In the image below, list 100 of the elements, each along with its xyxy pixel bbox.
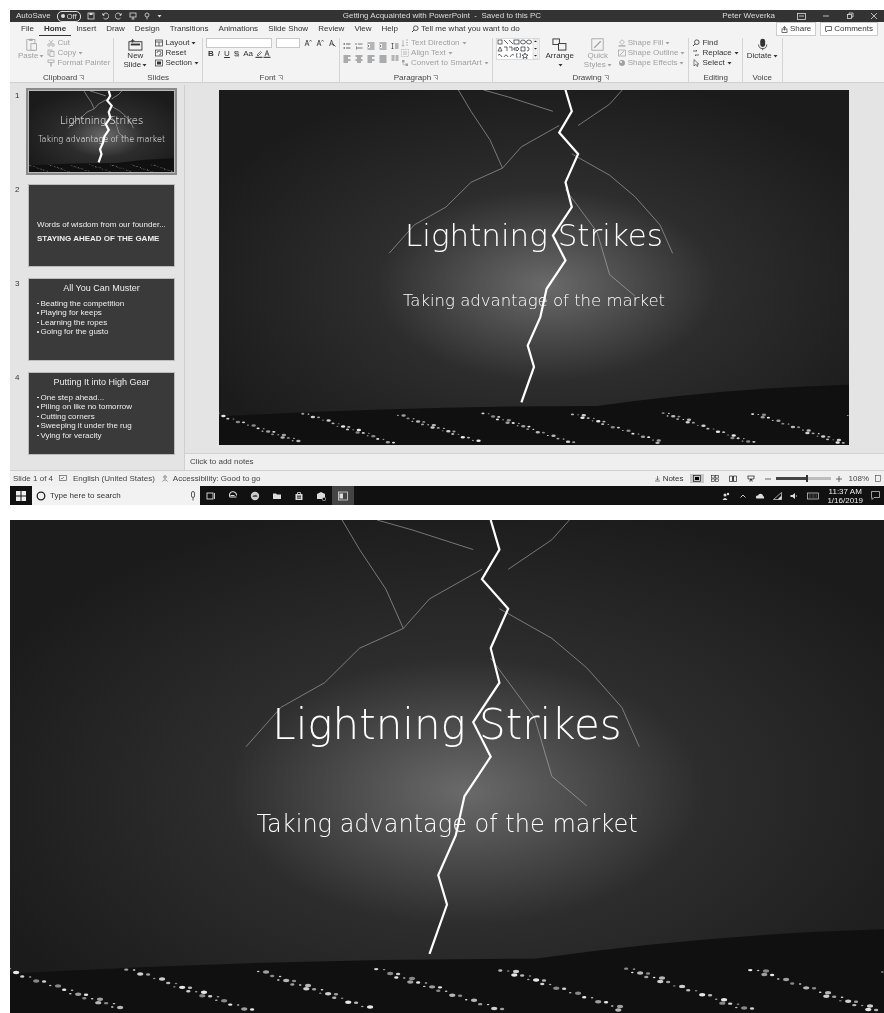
font-name-field[interactable] [206,38,273,48]
indent-icon[interactable] [379,42,388,50]
present-icon[interactable] [128,12,137,20]
windows-start-icon[interactable] [16,490,26,501]
slide-thumbnail[interactable]: Putting It into High Gear One step ahead... Piling on like no tomorrow Cutting corners Sweeping it under the rug Vying for veracity [28,372,175,455]
ribbon-tab[interactable]: Draw [101,22,130,36]
bullet-text: Going for the gusto [40,327,109,337]
ribbon-tab[interactable]: Home [38,22,72,36]
close-icon[interactable] [870,12,878,20]
bullet-text: Piling on like no tomorrow [40,402,133,412]
bullet-text: Vying for veracity [40,430,102,440]
font-color-icon[interactable] [263,50,271,58]
bullets-icon[interactable] [343,42,352,50]
clock-date[interactable]: 1/16/2019 [827,495,863,505]
caret-icon [194,60,200,65]
tell-me-field[interactable]: Tell me what you want to do [419,23,560,35]
ribbon-button[interactable]: New Slide [117,38,154,69]
customize-icon[interactable] [156,14,162,18]
line-spacing-icon[interactable] [391,42,400,50]
search-icon [411,25,420,33]
fit-to-window-icon[interactable] [875,475,881,482]
ribbon-tab[interactable]: Slide Show [263,22,314,36]
notes-button[interactable]: Notes [653,474,684,483]
ribbon-tab[interactable]: Animations [213,22,264,36]
font-size-field[interactable] [276,38,301,48]
ribbon-tab[interactable]: View [349,22,377,36]
highlighter-icon[interactable] [255,50,263,58]
restore-icon[interactable] [846,12,854,20]
browser-icon [228,490,238,501]
reading-view-icon [728,475,737,482]
zoom-slider[interactable] [775,477,831,480]
slide-number: 1 [15,90,21,102]
indent-icon[interactable] [367,42,376,50]
notifications-icon[interactable] [871,491,880,500]
redo-icon[interactable] [114,12,123,20]
shapes-gallery-icon[interactable] [495,38,540,60]
ribbon-button[interactable]: Section [155,58,200,67]
ribbon-button[interactable]: Arrange [541,38,578,69]
task-view-icon [206,490,216,501]
save-icon[interactable] [86,12,95,20]
group-label: Voice [752,71,773,84]
zoom-in-icon[interactable] [834,474,843,483]
comments-button[interactable]: Comments [820,22,878,36]
group-label: Clipboard [43,71,78,84]
ribbon-display-icon[interactable] [797,12,806,20]
ribbon-button[interactable]: Reset [155,48,200,57]
zoom-slider-thumb[interactable] [806,475,809,482]
ribbon-button[interactable]: Dictate [745,38,779,60]
clock-time[interactable]: 11:37 AM [827,486,863,496]
clear-formatting-icon[interactable] [328,39,337,47]
ribbon-button[interactable]: Layout [155,38,200,47]
format-button[interactable]: S [231,49,242,59]
ribbon-button[interactable]: Replace [692,48,739,57]
bullet-text: One step ahead... [40,392,105,402]
slide-title: Lightning Strikes [405,217,663,252]
keyboard-icon[interactable] [807,491,820,500]
search-box[interactable]: Type here to search [32,486,200,505]
zoom-level[interactable]: 108% [848,472,869,485]
undo-icon[interactable] [100,12,109,20]
network-icon[interactable] [773,491,783,500]
speaker-icon[interactable] [790,491,800,500]
ribbon-button[interactable]: Find [692,38,739,47]
accessibility-status[interactable]: Accessibility: Good to go [172,472,261,485]
format-button[interactable]: U [222,49,232,59]
store-icon [294,490,304,501]
microphone-icon [756,38,768,51]
user-name: Peter Weverka [722,10,775,22]
presentation-app-icon [338,490,348,501]
window-title: Getting Acquainted with PowerPoint - Saved to this PC [341,10,543,22]
caret-icon [772,53,778,58]
ribbon-tab[interactable]: Review [313,22,350,36]
layout-icon [155,38,164,47]
slide-number: 3 [15,278,21,290]
ribbon-tab[interactable]: File [16,22,39,36]
notes-placeholder[interactable]: Click to add notes [190,457,254,466]
language[interactable]: English (United States) [73,472,155,485]
slide-number: 4 [15,372,21,384]
ribbon-tab[interactable]: Design [129,22,165,36]
ribbon-tab[interactable]: Help [376,22,404,36]
comment-icon [825,25,833,33]
format-button[interactable]: B [206,49,216,59]
ribbon-button[interactable]: Select [692,58,739,67]
view-button[interactable] [689,474,704,483]
minimize-icon[interactable] [822,12,830,20]
format-button[interactable]: I [215,49,223,59]
taskbar-app[interactable] [332,486,354,505]
people-icon[interactable] [721,490,732,501]
ribbon-tab[interactable]: Transitions [164,22,214,36]
caret-icon [191,40,197,45]
share-button[interactable]: Share [775,22,817,36]
caret-icon [606,62,612,67]
spelling-icon[interactable] [59,475,68,482]
ribbon-tab[interactable]: Insert [71,22,102,36]
replace-icon [692,48,701,57]
grow-font-icon[interactable] [304,39,313,47]
shrink-font-icon[interactable] [316,39,325,47]
cloud-icon[interactable] [755,491,766,500]
slide-thumbnail[interactable]: All You Can Muster Beating the competition Playing for keeps Learning the ropes Going for the gusto [28,278,175,361]
slide-thumbnail[interactable]: Words of wisdom from our founder... STAYING AHEAD OF THE GAME [28,184,175,267]
format-button[interactable]: Aa [241,49,255,59]
